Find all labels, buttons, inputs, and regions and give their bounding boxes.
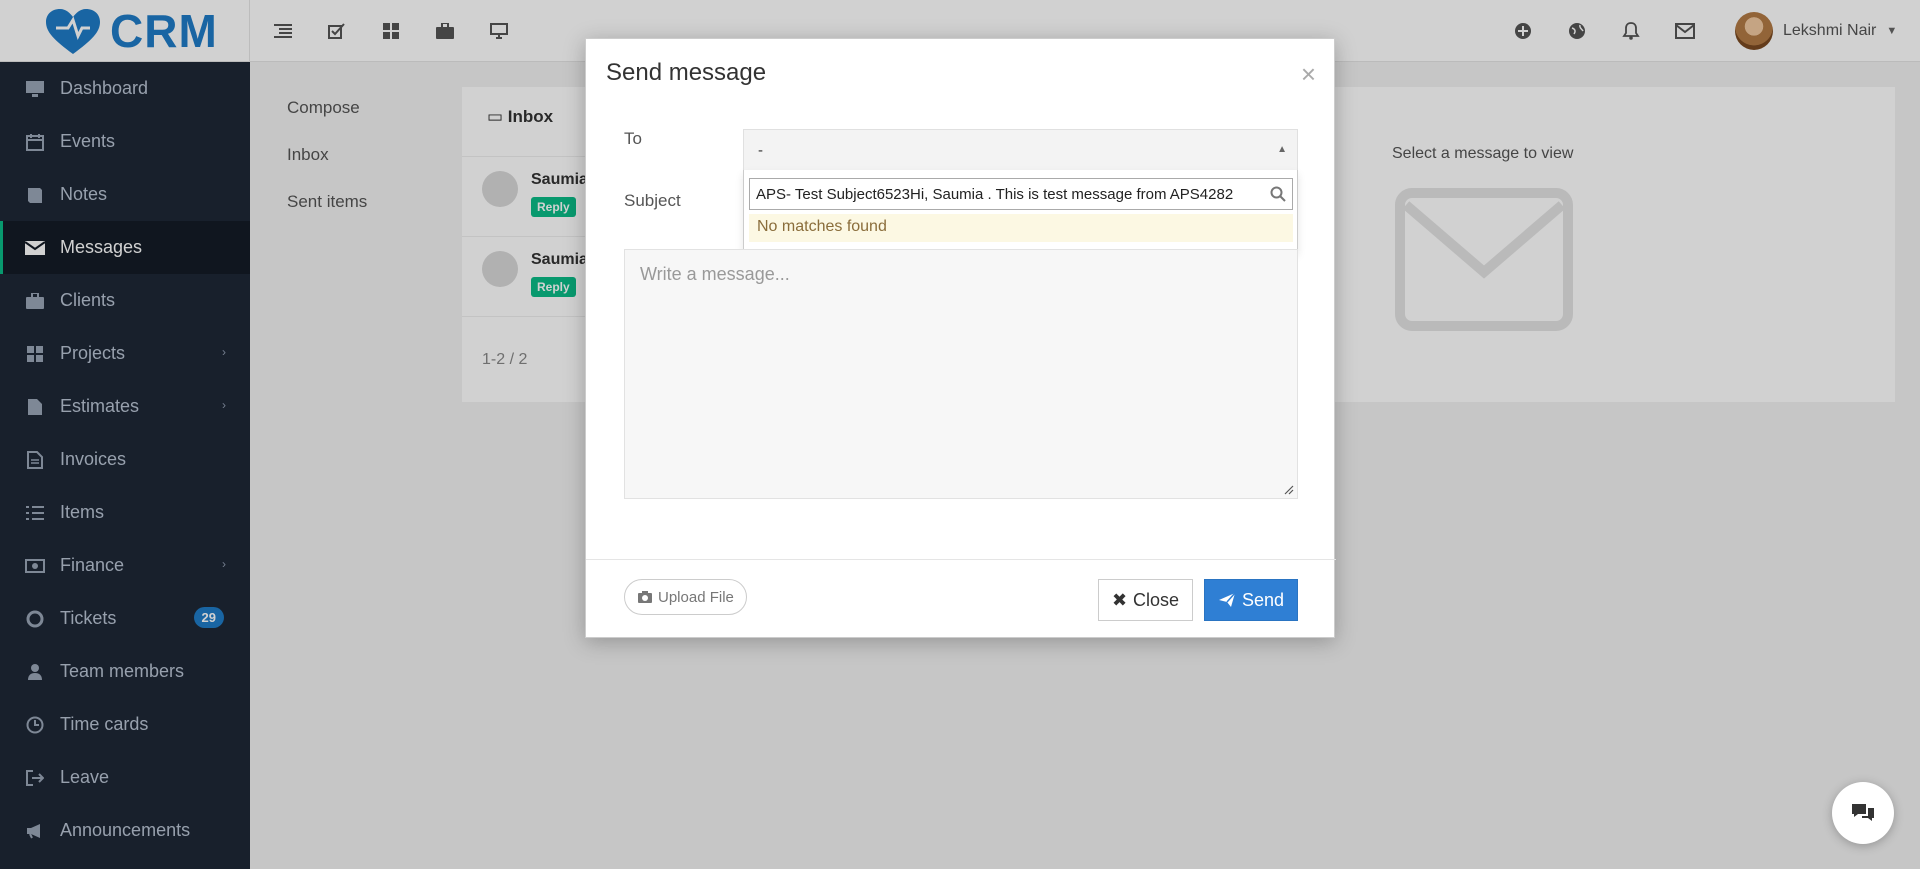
recipient-search[interactable] <box>749 178 1293 210</box>
to-label: To <box>624 129 642 148</box>
recipient-dropdown: No matches found <box>743 170 1298 252</box>
close-button[interactable]: ✖ Close <box>1098 579 1193 621</box>
search-icon <box>1270 186 1286 202</box>
send-button[interactable]: Send <box>1204 579 1298 621</box>
chat-bubbles-icon <box>1852 804 1874 821</box>
modal-title: Send message <box>606 59 767 86</box>
message-placeholder: Write a message... <box>640 264 790 284</box>
send-label: Send <box>1241 589 1285 610</box>
recipient-value: - <box>758 142 763 159</box>
send-message-modal: Send message × To - ▲ Subject No matches… <box>585 38 1336 638</box>
subject-label: Subject <box>624 191 681 210</box>
upload-label: Upload File <box>658 588 734 606</box>
paper-plane-icon <box>1218 592 1236 607</box>
caret-up-icon: ▲ <box>1277 144 1287 155</box>
message-textarea[interactable]: Write a message... <box>624 249 1298 499</box>
chat-button[interactable] <box>1832 782 1894 844</box>
upload-file-button[interactable]: Upload File <box>624 579 747 615</box>
modal-footer-divider <box>586 559 1336 560</box>
recipient-search-input[interactable] <box>750 179 1270 209</box>
resize-grip-icon[interactable] <box>1284 485 1294 495</box>
close-icon[interactable]: × <box>1301 59 1316 90</box>
close-label: Close <box>1133 589 1180 610</box>
no-matches-message: No matches found <box>749 214 1293 242</box>
camera-icon <box>638 591 652 603</box>
recipient-select[interactable]: - ▲ <box>743 129 1298 171</box>
close-icon: ✖ <box>1111 589 1128 610</box>
